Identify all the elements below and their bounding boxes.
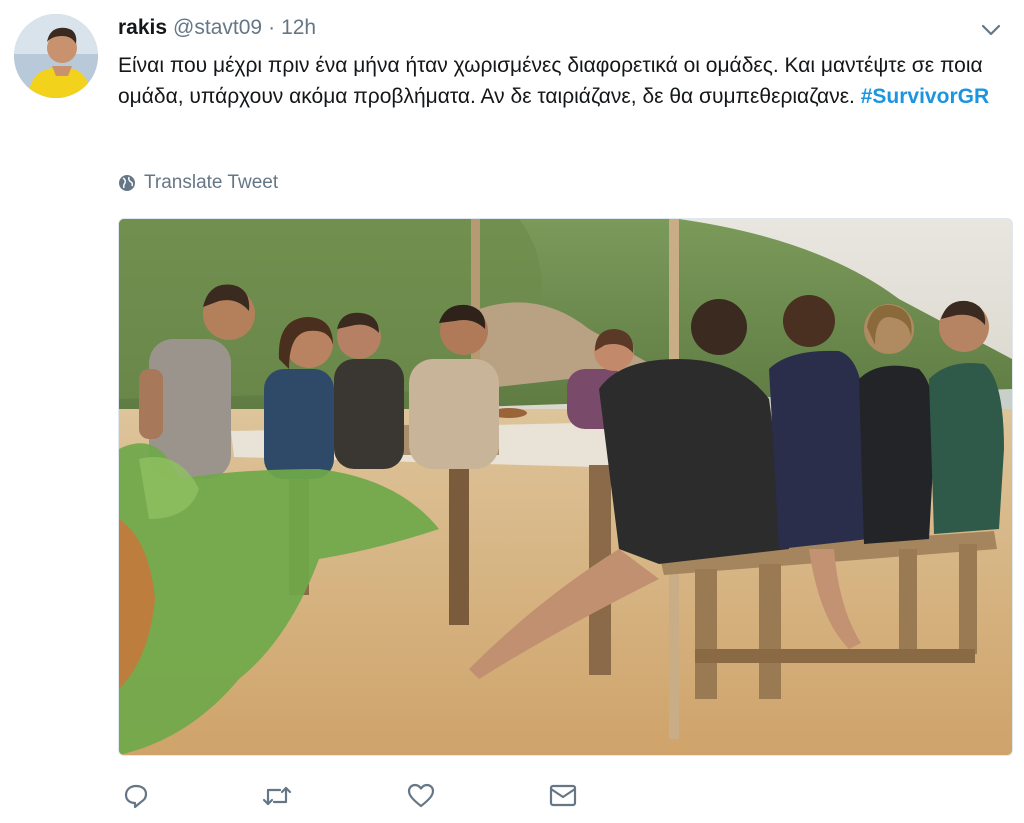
user-handle[interactable]: @stavt09: [173, 16, 262, 39]
tweet-actions: [118, 778, 581, 814]
hashtag-link[interactable]: #SurvivorGR: [861, 85, 989, 108]
direct-message-icon[interactable]: [545, 778, 581, 814]
chevron-down-icon[interactable]: [980, 22, 1002, 38]
avatar[interactable]: [14, 14, 98, 98]
tweet-photo[interactable]: [118, 218, 1013, 756]
tweet-card: rakis @stavt09 · 12h Είναι που μέχρι πριν έ…: [0, 0, 1024, 823]
translate-label: Translate Tweet: [144, 172, 279, 193]
globe-icon: [119, 175, 135, 191]
separator: ·: [268, 16, 276, 39]
retweet-icon[interactable]: [259, 778, 295, 814]
tweet-header: rakis @stavt09 · 12h: [118, 14, 316, 42]
like-icon[interactable]: [403, 778, 439, 814]
timestamp[interactable]: 12h: [281, 16, 316, 39]
tweet-body: Είναι που μέχρι πριν ένα μήνα ήταν χωρισ…: [118, 54, 983, 108]
translate-tweet-link[interactable]: Translate Tweet: [118, 170, 278, 196]
reply-icon[interactable]: [118, 778, 154, 814]
tweet-text: Είναι που μέχρι πριν ένα μήνα ήταν χωρισ…: [118, 50, 998, 112]
user-name[interactable]: rakis: [118, 16, 167, 39]
